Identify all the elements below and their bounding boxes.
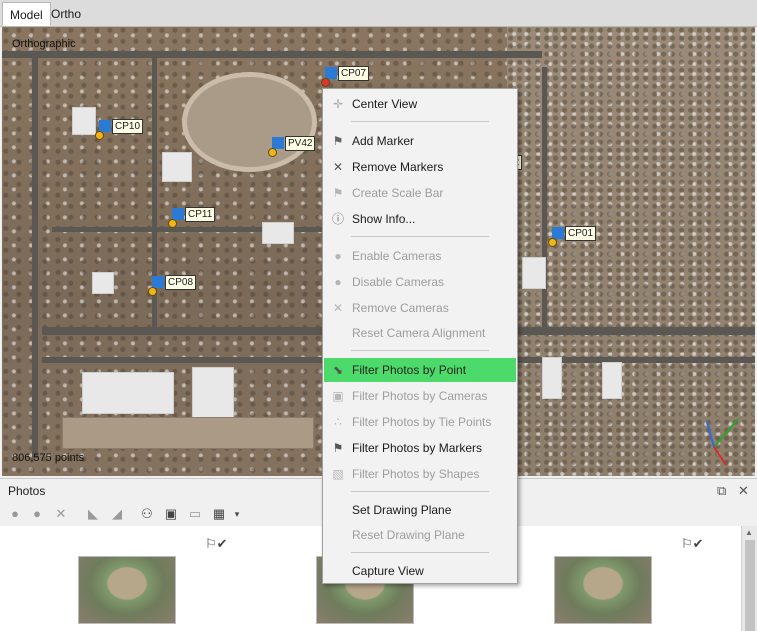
building [82,372,174,414]
road [32,58,38,458]
context-menu: ✛ Center View ⚑ Add Marker ✕ Remove Mark… [322,88,518,584]
race-track [182,72,317,172]
menu-create-scale-bar[interactable]: ⚑ Create Scale Bar [324,181,516,205]
flag-icon [99,120,111,132]
filter-markers-icon: ⚑ [332,441,344,455]
flag-icon [272,137,284,149]
view-tab-bar: Model Ortho [0,0,757,27]
binoculars-icon[interactable]: ⚇ [138,505,156,523]
axis-gizmo-icon [706,418,739,466]
menu-remove-markers[interactable]: ✕ Remove Markers [324,155,516,179]
scroll-thumb[interactable] [745,540,755,631]
marker-point [268,148,277,157]
menu-center-view[interactable]: ✛ Center View [324,92,516,116]
filter-shapes-icon: ▧ [332,467,344,481]
building [192,367,234,419]
info-icon: ⓘ [331,212,344,226]
menu-capture-view[interactable]: Capture View [324,559,516,583]
filter-cameras-icon: ▣ [332,389,344,403]
road [2,51,542,58]
disable-icon: ● [334,275,342,289]
menu-filter-by-cameras[interactable]: ▣ Filter Photos by Cameras [324,384,516,408]
menu-filter-by-point[interactable]: ⬊ Filter Photos by Point [324,358,516,382]
rotate-left-icon[interactable]: ◣ [84,505,102,523]
flag-icon [152,276,164,288]
menu-separator [351,491,489,492]
rotate-right-icon[interactable]: ◢ [108,505,126,523]
disable-icon[interactable]: ● [28,505,46,523]
close-icon: ✕ [332,160,344,174]
flag-check-icon: ⚐✔ [205,536,228,551]
enable-icon: ● [334,249,342,263]
flag-icon [552,227,564,239]
mask-icon[interactable]: ▣ [162,505,180,523]
close-icon: ✕ [332,301,344,315]
menu-reset-drawing-plane[interactable]: Reset Drawing Plane [324,523,516,547]
building [262,222,294,244]
menu-show-info[interactable]: ⓘ Show Info... [324,207,516,231]
menu-add-marker[interactable]: ⚑ Add Marker [324,129,516,153]
menu-filter-by-shapes[interactable]: ▧ Filter Photos by Shapes [324,462,516,486]
tab-ortho[interactable]: Ortho [44,2,88,26]
projection-label: Orthographic [12,38,76,50]
restore-window-icon[interactable]: ⧉ [717,483,726,499]
menu-disable-cameras[interactable]: ● Disable Cameras [324,270,516,294]
remove-icon[interactable]: ✕ [52,505,70,523]
filter-point-icon: ⬊ [332,363,344,377]
flag-check-icon: ⚐✔ [681,536,704,551]
close-icon[interactable]: ✕ [738,483,749,499]
building [92,272,114,294]
menu-set-drawing-plane[interactable]: Set Drawing Plane [324,498,516,522]
flag-icon [172,208,184,220]
menu-separator [351,121,489,122]
marker-point [321,78,330,87]
point-count-label: 806,575 points [12,452,85,464]
marker-point [148,287,157,296]
chevron-down-icon[interactable]: ▾ [228,505,246,523]
photo-thumbnail[interactable] [78,556,176,624]
menu-filter-by-markers[interactable]: ⚑ Filter Photos by Markers [324,436,516,460]
menu-separator [351,236,489,237]
menu-filter-by-tie-points[interactable]: ∴ Filter Photos by Tie Points [324,410,516,434]
photos-scrollbar[interactable]: ▲ [741,526,757,631]
building [542,357,562,399]
filter-tie-points-icon: ∴ [334,415,342,429]
building [72,107,96,135]
marker-point [95,131,104,140]
scroll-up-icon[interactable]: ▲ [745,528,753,537]
menu-separator [351,552,489,553]
photos-panel-title: Photos [8,484,46,498]
move-icon: ✛ [332,97,344,111]
photo-thumbnail[interactable] [554,556,652,624]
menu-remove-cameras[interactable]: ✕ Remove Cameras [324,296,516,320]
menu-enable-cameras[interactable]: ● Enable Cameras [324,244,516,268]
menu-reset-camera-alignment[interactable]: Reset Camera Alignment [324,321,516,345]
enable-icon[interactable]: ● [6,505,24,523]
building [162,152,192,182]
flag-icon [325,67,337,79]
menu-separator [351,350,489,351]
layers-icon[interactable]: ▭ [186,505,204,523]
marker-point [168,219,177,228]
grid-view-icon[interactable]: ▦ [210,505,228,523]
scale-bar-icon: ⚑ [332,186,344,200]
marker-point [548,238,557,247]
add-marker-icon: ⚑ [332,134,344,148]
parking-lot [62,417,314,449]
building [522,257,546,289]
building [602,362,622,399]
